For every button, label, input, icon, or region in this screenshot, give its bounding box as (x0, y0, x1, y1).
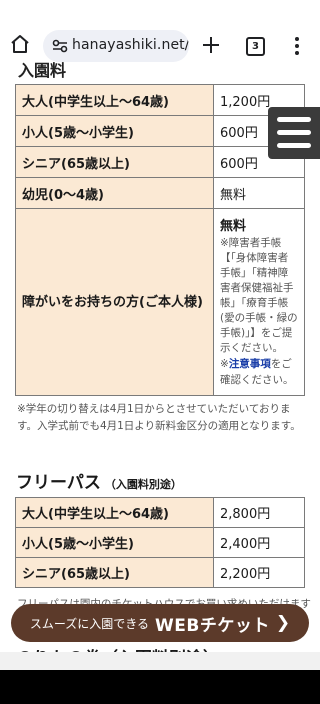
freepass-title: フリーパス (16, 473, 101, 493)
price-value: 無料 (220, 219, 247, 234)
price-label: シニア(65歳以上) (15, 146, 214, 178)
table-row: 小人(5歳～小学生) 600円 (15, 115, 305, 147)
navigation-bar (0, 670, 320, 704)
web-ticket-label: WEBチケット (155, 615, 270, 636)
hamburger-menu-button[interactable] (268, 107, 320, 159)
web-ticket-button[interactable]: スムーズに入園できる WEBチケット ❯ (11, 604, 309, 642)
address-bar[interactable]: hanayashiki.net/f (43, 30, 189, 62)
browser-toolbar: hanayashiki.net/f 3 (0, 0, 320, 62)
price-value: 2,200円 (213, 557, 305, 588)
price-value: 2,400円 (213, 527, 305, 558)
table-row: 小人(5歳～小学生) 2,400円 (15, 527, 305, 558)
price-label: 小人(5歳～小学生) (15, 115, 214, 147)
hamburger-bar (277, 117, 311, 122)
site-settings-icon[interactable] (52, 39, 68, 53)
freepass-heading: フリーパス （入園料別途） (16, 468, 182, 493)
table-row: シニア(65歳以上) 600円 (15, 146, 305, 178)
freepass-subtitle: （入園料別途） (104, 478, 182, 491)
price-label: 大人(中学生以上～64歳) (15, 497, 214, 528)
web-ticket-tagline: スムーズに入園できる (29, 616, 150, 631)
caution-link[interactable]: 注意事項 (229, 358, 271, 370)
page-content: 入園料 大人(中学生以上～64歳) 1,200円 小人(5歳～小学生) 600円… (0, 0, 320, 704)
more-options-icon[interactable] (293, 36, 301, 56)
table-row: 幼児(0～4歳) 無料 (15, 177, 305, 209)
hamburger-bar (277, 143, 311, 148)
price-label: 大人(中学生以上～64歳) (15, 84, 214, 116)
note-prefix: ※ (220, 358, 229, 370)
price-label: シニア(65歳以上) (15, 557, 214, 588)
admission-price-table: 大人(中学生以上～64歳) 1,200円 小人(5歳～小学生) 600円 シニア… (15, 84, 305, 396)
new-tab-icon[interactable] (200, 34, 222, 56)
price-label: 小人(5歳～小学生) (15, 527, 214, 558)
price-label: 幼児(0～4歳) (15, 177, 214, 209)
hamburger-bar (277, 130, 311, 135)
disability-note: ※障害者手帳【「身体障害者手帳」「精神障害者保健福祉手帳」「療育手帳(愛の手帳・… (220, 237, 298, 354)
url-text: hanayashiki.net/f (72, 37, 189, 53)
disability-price-cell: 無料 ※障害者手帳【「身体障害者手帳」「精神障害者保健福祉手帳」「療育手帳(愛の… (213, 208, 305, 396)
tab-switcher-button[interactable]: 3 (246, 37, 265, 56)
chevron-right-icon: ❯ (275, 613, 291, 633)
grade-notice: ※学年の切り替えは4月1日からとさせていただいております。入学式前でも4月1日よ… (17, 403, 301, 432)
table-row: 大人(中学生以上～64歳) 1,200円 (15, 84, 305, 116)
price-value: 無料 (213, 177, 305, 209)
table-row: シニア(65歳以上) 2,200円 (15, 557, 305, 588)
home-icon[interactable] (9, 34, 31, 54)
freepass-price-table: 大人(中学生以上～64歳) 2,800円 小人(5歳～小学生) 2,400円 シ… (15, 497, 305, 588)
price-label: 障がいをお持ちの方(ご本人様) (15, 208, 214, 396)
price-value: 2,800円 (213, 497, 305, 528)
table-row: 大人(中学生以上～64歳) 2,800円 (15, 497, 305, 528)
table-row: 障がいをお持ちの方(ご本人様) 無料 ※障害者手帳【「身体障害者手帳」「精神障害… (15, 208, 305, 396)
